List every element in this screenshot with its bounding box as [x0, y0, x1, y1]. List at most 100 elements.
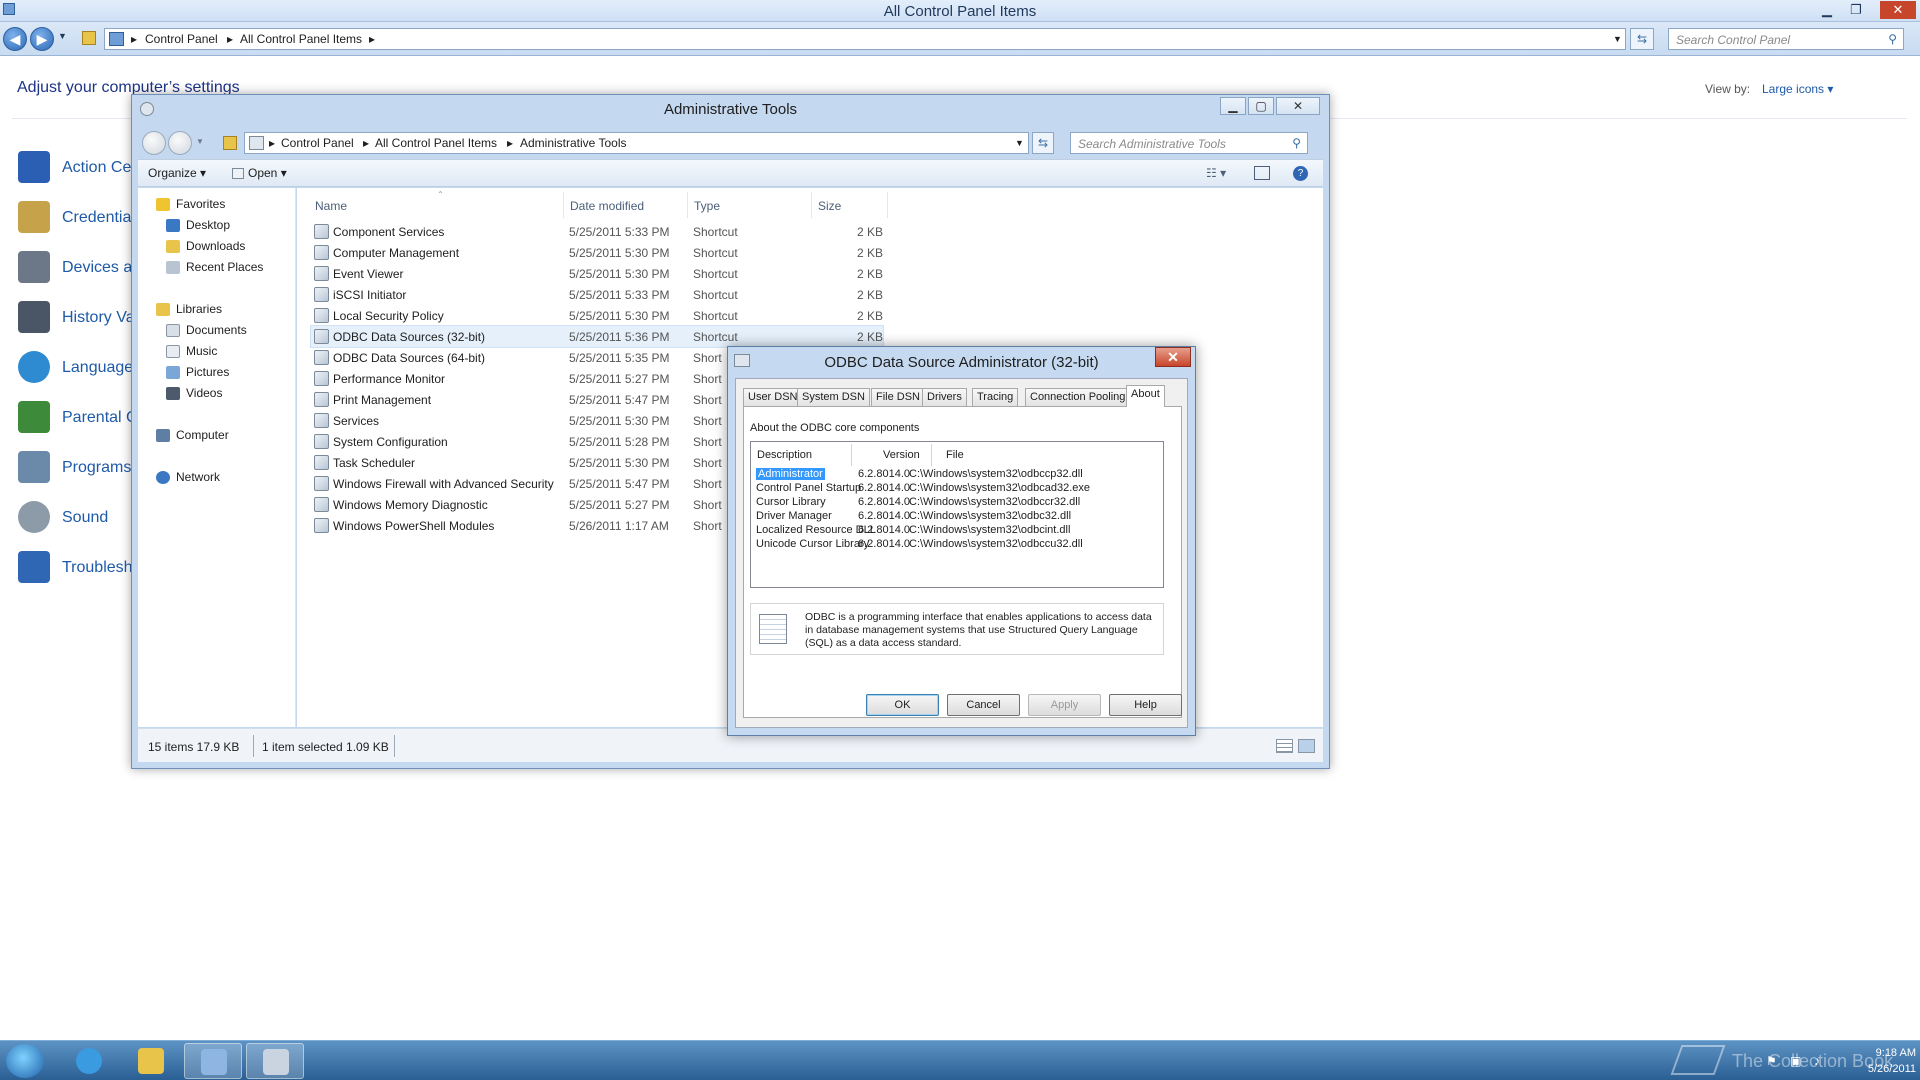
- help-icon[interactable]: ?: [1293, 166, 1308, 181]
- control-panel-search-field[interactable]: Search Control Panel ⚲: [1668, 28, 1904, 50]
- tab-drivers[interactable]: Drivers: [922, 388, 967, 406]
- administrative-tools-search-field[interactable]: Search Administrative Tools ⚲: [1070, 132, 1308, 154]
- file-row[interactable]: iSCSI Initiator 5/25/2011 5:33 PM Shortcut…: [311, 284, 883, 305]
- tab-file-dsn[interactable]: File DSN: [871, 388, 926, 406]
- tab-user-dsn[interactable]: User DSN: [743, 388, 803, 406]
- tab-about[interactable]: About: [1126, 385, 1165, 407]
- search-icon[interactable]: ⚲: [1292, 136, 1301, 150]
- network-tray-icon[interactable]: ▣: [1790, 1054, 1801, 1068]
- change-view-icon[interactable]: ☷ ▾: [1206, 166, 1226, 180]
- breadcrumb-separator-icon[interactable]: ▸: [507, 136, 513, 150]
- up-folder-icon[interactable]: [82, 31, 96, 45]
- breadcrumb-all-items[interactable]: All Control Panel Items: [375, 136, 497, 150]
- column-divider[interactable]: [887, 192, 888, 218]
- tab-system-dsn[interactable]: System DSN: [797, 388, 870, 406]
- up-folder-icon[interactable]: [223, 136, 237, 150]
- view-by-dropdown[interactable]: Large icons ▾: [1762, 82, 1833, 96]
- refresh-button[interactable]: ⇆: [1630, 28, 1654, 50]
- column-divider[interactable]: [931, 444, 932, 466]
- about-heading: About the ODBC core components: [750, 422, 920, 434]
- taskbar-odbc-admin[interactable]: [246, 1043, 304, 1079]
- taskbar-internet-explorer[interactable]: [60, 1043, 118, 1079]
- cancel-button[interactable]: Cancel: [947, 694, 1020, 716]
- file-row[interactable]: ODBC Data Sources (32-bit) 5/25/2011 5:36…: [310, 325, 884, 348]
- details-view-icon[interactable]: [1276, 739, 1293, 753]
- system-clock[interactable]: 9:18 AM 5/26/2011: [1840, 1045, 1916, 1077]
- apply-button[interactable]: Apply: [1028, 694, 1101, 716]
- column-header-type[interactable]: Type: [694, 199, 720, 213]
- back-button[interactable]: ◀: [3, 27, 27, 51]
- printer-icon: [18, 251, 50, 283]
- breadcrumb-control-panel[interactable]: Control Panel: [281, 136, 354, 150]
- administrative-tools-address-field[interactable]: ▸ Control Panel ▸ All Control Panel Item…: [244, 132, 1029, 154]
- shortcut-icon: [314, 497, 329, 512]
- forward-button[interactable]: [168, 131, 192, 155]
- control-panel-titlebar: All Control Panel Items ▁ ❐ ✕: [0, 0, 1920, 22]
- search-icon[interactable]: ⚲: [1888, 32, 1897, 46]
- file-row[interactable]: Event Viewer 5/25/2011 5:30 PM Shortcut 2 K…: [311, 263, 883, 284]
- view-by-value: Large icons: [1762, 82, 1825, 96]
- column-header-name[interactable]: Name: [315, 199, 347, 213]
- help-button[interactable]: Help: [1109, 694, 1182, 716]
- action-center-flag-icon[interactable]: ⚑: [1766, 1054, 1777, 1068]
- start-button[interactable]: [6, 1044, 44, 1078]
- file-type: Short: [693, 498, 722, 512]
- back-button[interactable]: [142, 131, 166, 155]
- file-name: Local Security Policy: [333, 309, 444, 323]
- column-divider[interactable]: [811, 192, 812, 218]
- taskbar-file-explorer[interactable]: [122, 1043, 180, 1079]
- column-header-description[interactable]: Description: [757, 449, 812, 461]
- organize-button[interactable]: Organize ▾: [148, 166, 206, 180]
- column-divider[interactable]: [851, 444, 852, 466]
- tab-tracing[interactable]: Tracing: [972, 388, 1019, 406]
- minimize-button[interactable]: ▁: [1816, 1, 1838, 19]
- recent-pages-chevron-icon[interactable]: ▼: [58, 31, 67, 41]
- maximize-button[interactable]: ▢: [1248, 97, 1274, 115]
- taskbar-control-panel[interactable]: [184, 1043, 242, 1079]
- search-placeholder: Search Control Panel: [1676, 33, 1791, 47]
- file-row[interactable]: Local Security Policy 5/25/2011 5:30 PM Sh…: [311, 305, 883, 326]
- about-tab-panel: About the ODBC core components Descripti…: [743, 406, 1182, 718]
- breadcrumb-separator-icon[interactable]: ▸: [369, 32, 375, 46]
- file-row[interactable]: Computer Management 5/25/2011 5:30 PM Shor…: [311, 242, 883, 263]
- odbc-description: ODBC is a programming interface that ena…: [805, 611, 1152, 649]
- breadcrumb-separator-icon[interactable]: ▸: [363, 136, 369, 150]
- column-header-size[interactable]: Size: [818, 199, 841, 213]
- control-panel-address-field[interactable]: ▸ Control Panel ▸ All Control Panel Item…: [104, 28, 1626, 50]
- column-header-version[interactable]: Version: [883, 449, 920, 461]
- address-dropdown-icon[interactable]: ▼: [1613, 34, 1622, 44]
- close-button[interactable]: ✕: [1276, 97, 1320, 115]
- file-type: Short: [693, 393, 722, 407]
- file-row[interactable]: Component Services 5/25/2011 5:33 PM Short…: [311, 221, 883, 242]
- minimize-button[interactable]: ▁: [1220, 97, 1246, 115]
- breadcrumb-administrative-tools[interactable]: Administrative Tools: [520, 136, 627, 150]
- column-header-file[interactable]: File: [946, 449, 964, 461]
- address-dropdown-icon[interactable]: ▼: [1015, 138, 1024, 148]
- computer-icon: [156, 429, 170, 442]
- preview-pane-icon[interactable]: [1254, 166, 1270, 180]
- breadcrumb-separator-icon[interactable]: ▸: [269, 136, 275, 150]
- breadcrumb-separator-icon[interactable]: ▸: [227, 32, 233, 46]
- refresh-button[interactable]: ⇆: [1032, 132, 1054, 154]
- column-divider[interactable]: [687, 192, 688, 218]
- forward-button[interactable]: ▶: [30, 27, 54, 51]
- ok-button[interactable]: OK: [866, 694, 939, 716]
- status-divider: [394, 735, 395, 757]
- large-icons-view-icon[interactable]: [1298, 739, 1315, 753]
- open-button[interactable]: Open ▾: [248, 166, 287, 180]
- volume-icon[interactable]: ♪: [1814, 1054, 1820, 1068]
- column-divider[interactable]: [563, 192, 564, 218]
- breadcrumb-all-items[interactable]: All Control Panel Items: [240, 32, 362, 46]
- breadcrumb-separator-icon[interactable]: ▸: [131, 32, 137, 46]
- desktop-icon: [166, 219, 180, 232]
- close-button[interactable]: ✕: [1880, 1, 1916, 19]
- tab-connection-pooling[interactable]: Connection Pooling: [1025, 388, 1131, 406]
- close-button[interactable]: ✕: [1155, 347, 1191, 367]
- restore-button[interactable]: ❐: [1845, 1, 1867, 19]
- star-icon: [156, 198, 170, 211]
- component-row[interactable]: Unicode Cursor Library 6.2.8014.0 C:\Windo…: [756, 536, 1156, 553]
- column-header-date[interactable]: Date modified: [570, 199, 644, 213]
- breadcrumb-control-panel[interactable]: Control Panel: [145, 32, 218, 46]
- file-size: 2 KB: [856, 330, 883, 344]
- recent-pages-chevron-icon[interactable]: ▼: [196, 137, 204, 146]
